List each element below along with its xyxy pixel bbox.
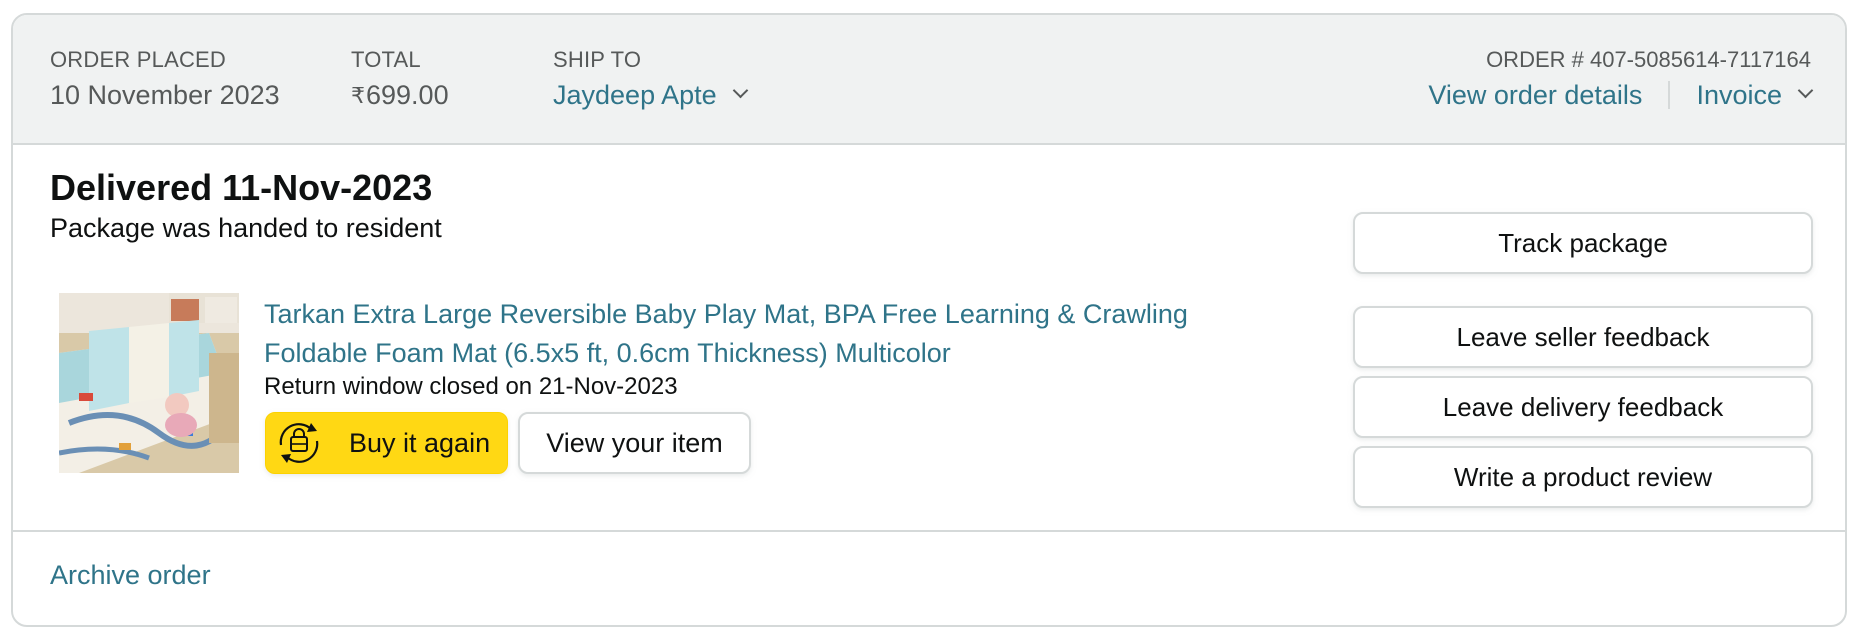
return-window-text: Return window closed on 21-Nov-2023: [264, 373, 678, 400]
order-total-block: TOTAL ₹699.00: [351, 45, 449, 117]
order-placed-date: 10 November 2023: [50, 80, 280, 110]
total-amount: ₹699.00: [351, 75, 449, 117]
ship-to-block: SHIP TO Jaydeep Apte: [553, 45, 748, 115]
delivery-status-detail: Package was handed to resident: [50, 213, 442, 243]
order-placed-label: ORDER PLACED: [50, 47, 226, 72]
rupee-symbol: ₹: [351, 83, 365, 108]
order-header: ORDER PLACED 10 November 2023 TOTAL ₹699…: [13, 15, 1845, 145]
buy-it-again-label: Buy it again: [349, 427, 491, 458]
order-placed-block: ORDER PLACED 10 November 2023: [50, 45, 280, 115]
view-order-details-link[interactable]: View order details: [1428, 75, 1642, 115]
product-title-link[interactable]: Tarkan Extra Large Reversible Baby Play …: [264, 295, 1264, 373]
play-mat-image: [59, 293, 239, 473]
chevron-down-icon: [1797, 82, 1814, 99]
write-product-review-button[interactable]: Write a product review: [1353, 446, 1813, 508]
link-divider: [1668, 81, 1671, 109]
chevron-down-icon: [732, 82, 748, 99]
track-package-button[interactable]: Track package: [1353, 212, 1813, 274]
leave-delivery-feedback-button[interactable]: Leave delivery feedback: [1353, 376, 1813, 438]
product-thumbnail[interactable]: [59, 293, 239, 473]
view-your-item-button[interactable]: View your item: [518, 412, 751, 474]
delivery-status-title: Delivered 11-Nov-2023: [50, 167, 433, 208]
order-number-block: ORDER # 407-5085614-7117164 View order d…: [1428, 45, 1814, 115]
total-label: TOTAL: [351, 47, 421, 72]
order-card: ORDER PLACED 10 November 2023 TOTAL ₹699…: [11, 13, 1847, 627]
ship-to-name-dropdown[interactable]: Jaydeep Apte: [553, 75, 748, 115]
buy-again-icon: [279, 423, 319, 463]
buy-it-again-button[interactable]: Buy it again: [265, 412, 508, 474]
invoice-label: Invoice: [1696, 80, 1782, 110]
leave-seller-feedback-button[interactable]: Leave seller feedback: [1353, 306, 1813, 368]
ship-to-label: SHIP TO: [553, 47, 642, 72]
total-value: 699.00: [366, 80, 449, 110]
order-number: ORDER # 407-5085614-7117164: [1486, 47, 1811, 72]
archive-order-link[interactable]: Archive order: [50, 560, 211, 591]
footer-divider: [13, 530, 1845, 532]
shipment-body: Delivered 11-Nov-2023 Package was handed…: [13, 145, 1845, 545]
ship-to-name: Jaydeep Apte: [553, 80, 717, 110]
invoice-dropdown[interactable]: Invoice: [1696, 75, 1814, 115]
order-links: View order details Invoice: [1428, 75, 1814, 115]
